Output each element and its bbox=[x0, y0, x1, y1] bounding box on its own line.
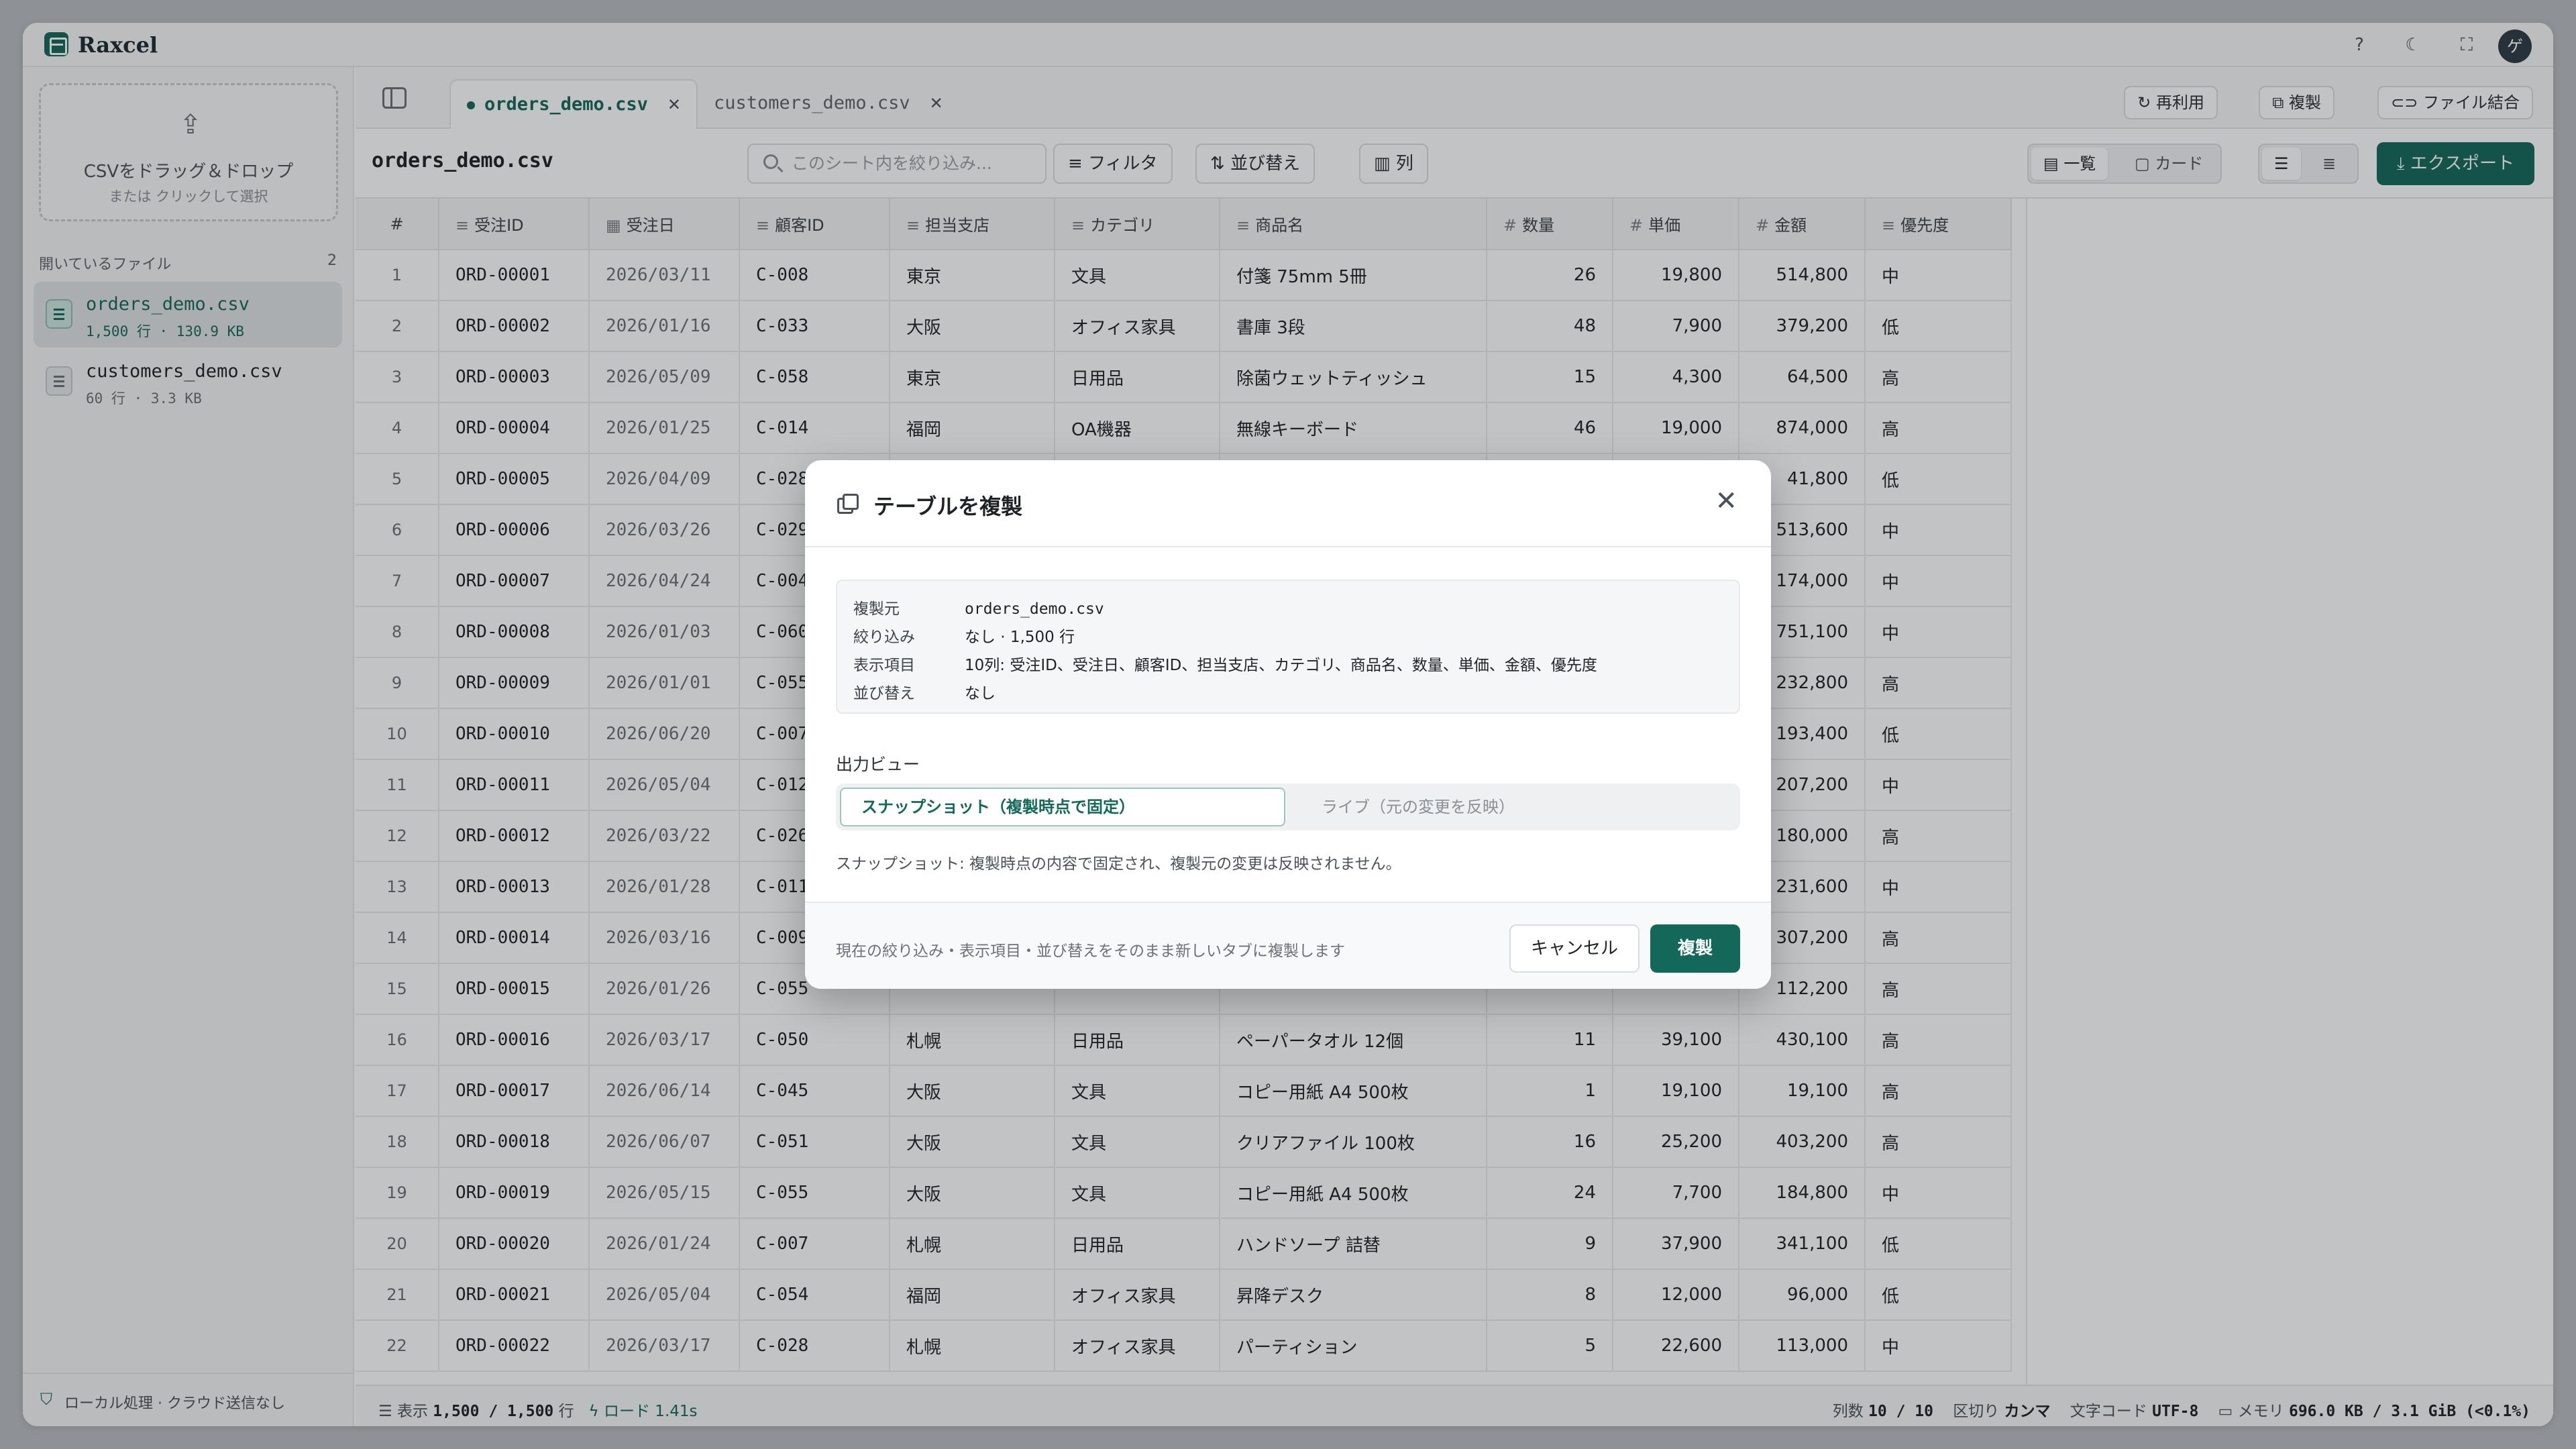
cancel-button[interactable]: キャンセル bbox=[1509, 924, 1640, 973]
copy-icon bbox=[837, 494, 859, 514]
summary-key: 複製元 bbox=[853, 600, 900, 618]
summary-key: 表示項目 bbox=[853, 657, 915, 674]
output-view-toggle: スナップショット（複製時点で固定） ライブ（元の変更を反映） bbox=[836, 784, 1740, 830]
summary-row-sort: 並び替え なし bbox=[853, 680, 996, 703]
dialog-footer-note: 現在の絞り込み・表示項目・並び替えをそのまま新しいタブに複製します bbox=[836, 943, 1345, 960]
summary-value: なし · 1,500 行 bbox=[965, 629, 1075, 646]
output-view-label: 出力ビュー bbox=[836, 755, 920, 774]
duplicate-table-dialog: テーブルを複製 ✕ 複製元 orders_demo.csv 絞り込み なし · 1,… bbox=[805, 460, 1771, 989]
summary-value: なし bbox=[965, 685, 996, 702]
duplicate-summary: 複製元 orders_demo.csv 絞り込み なし · 1,500 行 表示項目… bbox=[836, 580, 1740, 714]
output-option-snapshot[interactable]: スナップショット（複製時点で固定） bbox=[840, 788, 1285, 826]
summary-key: 並び替え bbox=[853, 685, 915, 702]
dialog-title: テーブルを複製 bbox=[873, 494, 1023, 519]
output-view-description: スナップショット: 複製時点の内容で固定され、複製元の変更は反映されません。 bbox=[836, 855, 1401, 873]
close-icon[interactable]: ✕ bbox=[1715, 486, 1737, 517]
summary-value: 10列: 受注ID、受注日、顧客ID、担当支店、カテゴリ、商品名、数量、単価、金… bbox=[965, 657, 1597, 674]
summary-row-source: 複製元 orders_demo.csv bbox=[853, 596, 1104, 619]
summary-value: orders_demo.csv bbox=[965, 600, 1104, 618]
duplicate-confirm-button[interactable]: 複製 bbox=[1650, 924, 1740, 973]
summary-key: 絞り込み bbox=[853, 629, 915, 646]
summary-row-filter: 絞り込み なし · 1,500 行 bbox=[853, 624, 1075, 647]
summary-row-columns: 表示項目 10列: 受注ID、受注日、顧客ID、担当支店、カテゴリ、商品名、数量、… bbox=[853, 652, 1597, 675]
dialog-header: テーブルを複製 ✕ bbox=[805, 460, 1771, 547]
dialog-footer: 現在の絞り込み・表示項目・並び替えをそのまま新しいタブに複製します キャンセル … bbox=[805, 902, 1771, 989]
output-option-live[interactable]: ライブ（元の変更を反映） bbox=[1305, 788, 1735, 826]
